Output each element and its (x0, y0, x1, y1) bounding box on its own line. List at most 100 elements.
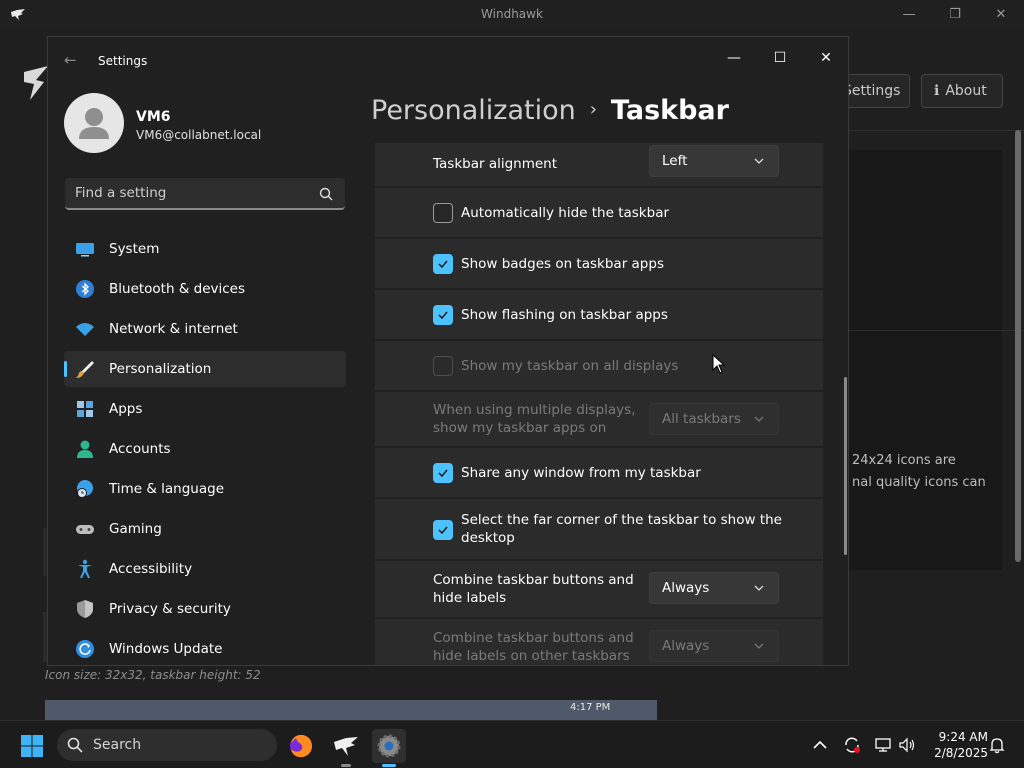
search-box[interactable] (65, 178, 345, 210)
flashing-checkbox[interactable] (433, 305, 453, 325)
windhawk-logo-icon (334, 737, 358, 756)
sidebar-item-accounts[interactable]: Accounts (64, 431, 346, 467)
gear-icon (377, 734, 401, 758)
mouse-cursor-icon (712, 354, 726, 374)
breadcrumb-parent[interactable]: Personalization (371, 95, 576, 126)
windhawk-about-button[interactable]: ℹ About (921, 74, 1003, 108)
sidebar-item-time-language[interactable]: Time & language (64, 471, 346, 507)
person-icon (79, 108, 109, 139)
setting-label: When using multiple displays, show my ta… (433, 402, 636, 436)
profile-name: VM6 (136, 109, 171, 125)
windhawk-minimize-button[interactable]: — (886, 4, 932, 26)
info-icon: ℹ (934, 83, 940, 99)
windows-start-icon[interactable] (20, 734, 44, 758)
taskbar-settings[interactable] (372, 729, 406, 767)
settings-titlebar: ← Settings — ☐ ✕ (48, 37, 848, 85)
search-input[interactable] (75, 178, 305, 208)
back-arrow-icon[interactable]: ← (64, 51, 82, 69)
firefox-icon (290, 734, 312, 758)
bluetooth-icon (76, 280, 94, 298)
sidebar-item-privacy[interactable]: Privacy & security (64, 591, 346, 627)
sidebar-item-network[interactable]: Network & internet (64, 311, 346, 347)
far-corner-checkbox[interactable] (433, 520, 453, 540)
chevron-down-icon (754, 585, 764, 591)
sidebar-item-accessibility[interactable]: Accessibility (64, 551, 346, 587)
checkmark-icon (438, 526, 448, 535)
sidebar-item-apps[interactable]: Apps (64, 391, 346, 427)
setting-label: Show badges on taskbar apps (461, 256, 664, 272)
taskbar-preview-image (45, 700, 657, 720)
windhawk-maximize-button[interactable]: ❐ (932, 4, 978, 26)
chevron-down-icon (754, 416, 764, 422)
setting-row-combine-other: Combine taskbar buttons and hide labels … (375, 619, 823, 665)
avatar[interactable] (64, 93, 124, 153)
content-scrollbar[interactable] (844, 377, 847, 555)
search-icon (67, 737, 83, 753)
setting-row-share-window[interactable]: Share any window from my taskbar (375, 448, 823, 497)
divider (848, 330, 1024, 331)
taskbar-windhawk[interactable] (329, 729, 363, 767)
settings-window: ← Settings — ☐ ✕ VM6 VM6@collabnet.local… (47, 36, 849, 666)
sidebar-nav: System Bluetooth & devices Network & int… (64, 231, 346, 665)
setting-label: Automatically hide the taskbar (461, 205, 670, 221)
sync-alert-icon[interactable] (843, 736, 861, 754)
sidebar-item-system[interactable]: System (64, 231, 346, 267)
badges-checkbox[interactable] (433, 254, 453, 274)
maximize-button[interactable]: ☐ (758, 43, 802, 73)
minimize-button[interactable]: — (712, 43, 756, 73)
windhawk-close-button[interactable]: ✕ (978, 4, 1024, 26)
taskbar-search[interactable]: Search (57, 729, 277, 761)
windhawk-mod-panel (848, 150, 1002, 570)
setting-label: Show flashing on taskbar apps (461, 307, 668, 323)
chevron-down-icon (754, 643, 764, 649)
checkmark-icon (438, 311, 448, 320)
taskbar-firefox[interactable] (284, 729, 318, 763)
close-button[interactable]: ✕ (804, 43, 848, 73)
auto-hide-checkbox[interactable] (433, 203, 453, 223)
sidebar-item-windows-update[interactable]: Windows Update (64, 631, 346, 665)
divider (848, 130, 1024, 131)
setting-label: Select the far corner of the taskbar to … (461, 512, 782, 546)
setting-label: Share any window from my taskbar (461, 465, 701, 481)
brush-icon (76, 361, 94, 378)
network-icon[interactable] (874, 736, 892, 754)
multi-display-dropdown: All taskbars (649, 403, 779, 435)
combine-dropdown[interactable]: Always (649, 572, 779, 604)
sidebar-item-bluetooth[interactable]: Bluetooth & devices (64, 271, 346, 307)
monitor-icon (76, 243, 94, 257)
apps-grid-icon (77, 401, 93, 417)
setting-row-multi-display: When using multiple displays, show my ta… (375, 392, 823, 446)
notification-bell-icon[interactable] (988, 736, 1006, 754)
sidebar-item-personalization[interactable]: Personalization (64, 351, 346, 387)
setting-row-auto-hide[interactable]: Automatically hide the taskbar (375, 188, 823, 237)
all-displays-checkbox (433, 356, 453, 376)
windhawk-title: Windhawk (481, 7, 543, 21)
profile-email: VM6@collabnet.local (136, 128, 262, 142)
windhawk-scrollbar[interactable] (1015, 130, 1021, 562)
chevron-down-icon (754, 158, 764, 164)
accessibility-icon (78, 559, 92, 578)
breadcrumb: Personalization › Taskbar (371, 95, 729, 126)
update-icon (76, 640, 94, 658)
shield-icon (77, 600, 93, 618)
windhawk-mod-description: 24x24 icons are nal quality icons can (852, 453, 986, 490)
share-window-checkbox[interactable] (433, 463, 453, 483)
setting-row-badges[interactable]: Show badges on taskbar apps (375, 239, 823, 288)
sidebar-item-gaming[interactable]: Gaming (64, 511, 346, 547)
taskbar: Search 9:24 AM 2/8/2025 (0, 720, 1024, 768)
combine-other-dropdown: Always (649, 630, 779, 662)
taskbar-alignment-dropdown[interactable]: Left (649, 145, 779, 177)
gamepad-icon (76, 525, 94, 534)
windhawk-titlebar: Windhawk — ❐ ✕ (0, 0, 1024, 30)
setting-row-far-corner[interactable]: Select the far corner of the taskbar to … (375, 499, 823, 559)
setting-row-flashing[interactable]: Show flashing on taskbar apps (375, 290, 823, 339)
taskbar-clock[interactable]: 9:24 AM 2/8/2025 (914, 729, 988, 761)
setting-label: Combine taskbar buttons and hide labels (433, 572, 634, 606)
chevron-up-icon[interactable] (811, 736, 829, 754)
checkmark-icon (438, 260, 448, 269)
page-title: Taskbar (610, 95, 729, 126)
globe-clock-icon (77, 480, 93, 498)
checkmark-icon (438, 469, 448, 478)
setting-label: Combine taskbar buttons and hide labels … (433, 630, 634, 664)
setting-row-taskbar-alignment: Taskbar alignment Left (375, 143, 823, 186)
